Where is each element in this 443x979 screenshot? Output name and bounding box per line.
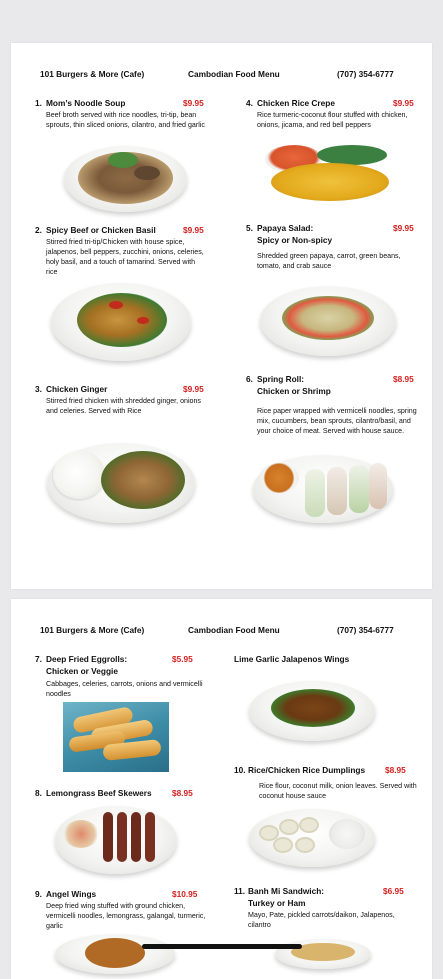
phone-number: (707) 354-6777: [337, 69, 394, 79]
item-price: $10.95: [172, 889, 198, 899]
menu-page-2: 101 Burgers & More (Cafe) Cambodian Food…: [11, 599, 432, 979]
item-description: Rice flour, coconut milk, onion leaves. …: [259, 782, 417, 800]
menu-header: 101 Burgers & More (Cafe) Cambodian Food…: [11, 69, 432, 83]
item-name: Rice/Chicken Rice Dumplings: [248, 765, 366, 775]
home-indicator[interactable]: [142, 944, 302, 949]
item-description: Stirred fried tri-tip/Chicken with house…: [46, 238, 204, 276]
item-number: 5.: [246, 223, 253, 233]
item-number: 3.: [35, 384, 42, 394]
cafe-name: 101 Burgers & More (Cafe): [40, 69, 145, 79]
item-price: $9.95: [393, 223, 414, 233]
angel-wings-photo: [55, 934, 175, 974]
item-subtitle: Turkey or Ham: [248, 898, 306, 908]
item-description: Beef broth served with rice noodles, tri…: [46, 111, 205, 129]
item-description: Deep fried wing stuffed with ground chic…: [46, 902, 206, 930]
item-price: $8.95: [385, 765, 406, 775]
item-name: Banh Mi Sandwich:: [248, 886, 325, 896]
item-price: $9.95: [183, 98, 204, 108]
menu-item-9: 9. Angel Wings $10.95 Deep fried wing stu…: [35, 889, 215, 931]
menu-item-4: 4. Chicken Rice Crepe $9.95 Rice turmeric…: [246, 98, 426, 130]
menu-header: 101 Burgers & More (Cafe) Cambodian Food…: [11, 625, 432, 639]
item-name: Mom’s Noodle Soup: [46, 98, 126, 108]
item-name: Spring Roll:: [257, 374, 305, 384]
item-number: 1.: [35, 98, 42, 108]
item-name: Lemongrass Beef Skewers: [46, 788, 152, 798]
item-description: Stirred fried chicken with shredded ging…: [46, 397, 201, 415]
menu-item-7: 7. Deep Fried Eggrolls: $5.95 Chicken or …: [35, 654, 215, 699]
item-subtitle: Chicken or Shrimp: [257, 386, 331, 396]
item-number: 9.: [35, 889, 42, 899]
phone-number: (707) 354-6777: [337, 625, 394, 635]
rice-dumplings-photo: [249, 809, 375, 867]
item-description: Cabbages, celeries, carrots, onions and …: [46, 680, 203, 698]
chicken-ginger-photo: [47, 443, 195, 523]
item-name: Lime Garlic Jalapenos Wings: [234, 654, 350, 664]
item-number: 8.: [35, 788, 42, 798]
item-name: Chicken Rice Crepe: [257, 98, 335, 108]
item-number: 11.: [234, 886, 246, 896]
spicy-basil-photo: [51, 283, 191, 361]
item-name: Papaya Salad:: [257, 223, 314, 233]
item-subtitle: Chicken or Veggie: [46, 666, 118, 676]
item-price: $8.95: [172, 788, 193, 798]
menu-title: Cambodian Food Menu: [188, 69, 280, 79]
item-description: Shredded green papaya, carrot, green bea…: [257, 252, 401, 270]
lime-wings-photo: [249, 681, 375, 741]
item-price: $6.95: [383, 886, 404, 896]
item-price: $9.95: [183, 384, 204, 394]
item-name: Deep Fried Eggrolls:: [46, 654, 128, 664]
item-name: Chicken Ginger: [46, 384, 108, 394]
spring-roll-photo: [253, 455, 393, 523]
menu-item-3: 3. Chicken Ginger $9.95 Stirred fried chi…: [35, 384, 215, 416]
noodle-soup-photo: [64, 146, 187, 212]
menu-item-10: 10. Rice/Chicken Rice Dumplings $8.95 Ric…: [234, 765, 417, 801]
item-price: $9.95: [393, 98, 414, 108]
item-price: $9.95: [183, 225, 204, 235]
menu-item-6: 6. Spring Roll: $8.95 Chicken or Shrimp R…: [246, 374, 426, 436]
eggrolls-photo: [63, 702, 169, 772]
item-number: 7.: [35, 654, 42, 664]
menu-item-11: 11. Banh Mi Sandwich: $6.95 Turkey or Ham…: [234, 886, 414, 930]
menu-item-5: 5. Papaya Salad: $9.95 Spicy or Non-spicy…: [246, 223, 426, 271]
item-number: 10.: [234, 765, 246, 775]
rice-crepe-photo: [261, 143, 393, 203]
item-name: Spicy Beef or Chicken Basil: [46, 225, 156, 235]
item-number: 4.: [246, 98, 253, 108]
menu-title: Cambodian Food Menu: [188, 625, 280, 635]
item-price: $5.95: [172, 654, 193, 664]
papaya-salad-photo: [260, 286, 396, 356]
menu-item-lime-wings: Lime Garlic Jalapenos Wings: [234, 654, 414, 665]
item-description: Mayo, Pate, pickled carrots/daikon, Jala…: [248, 911, 395, 929]
menu-item-2: 2. Spicy Beef or Chicken Basil $9.95 Stir…: [35, 225, 215, 277]
menu-item-1: 1. Mom’s Noodle Soup $9.95 Beef broth ser…: [35, 98, 215, 130]
item-number: 6.: [246, 374, 253, 384]
item-number: 2.: [35, 225, 42, 235]
item-name: Angel Wings: [46, 889, 97, 899]
menu-item-8: 8. Lemongrass Beef Skewers $8.95: [35, 788, 215, 799]
menu-page-1: 101 Burgers & More (Cafe) Cambodian Food…: [11, 43, 432, 589]
item-price: $8.95: [393, 374, 414, 384]
item-description: Rice turmeric-coconut flour stuffed with…: [257, 111, 408, 129]
cafe-name: 101 Burgers & More (Cafe): [40, 625, 145, 635]
item-subtitle: Spicy or Non-spicy: [257, 235, 333, 245]
beef-skewers-photo: [55, 806, 177, 874]
item-description: Rice paper wrapped with vermicelli noodl…: [257, 407, 417, 435]
